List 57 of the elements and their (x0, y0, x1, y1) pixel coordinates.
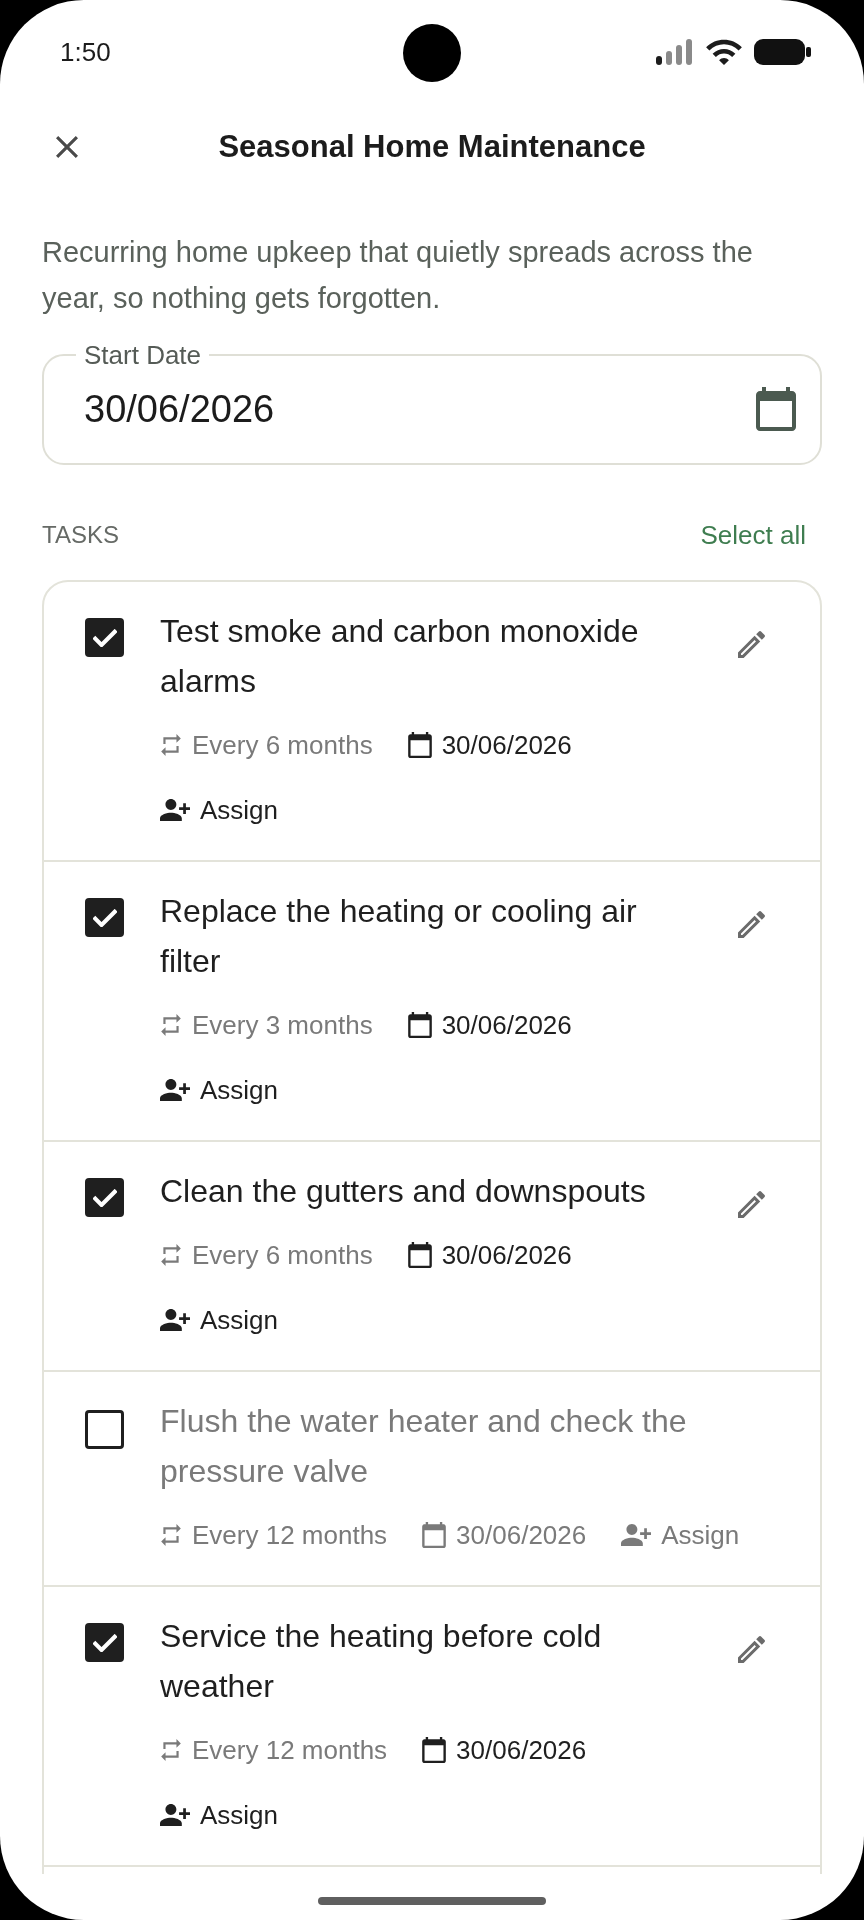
due-date-button[interactable]: 30/06/2026 (422, 1515, 587, 1555)
checkbox[interactable] (85, 1623, 124, 1662)
section-heading: TASKS (42, 520, 119, 550)
calendar-icon[interactable] (407, 732, 432, 758)
due-date-button[interactable]: 30/06/2026 (422, 1730, 587, 1770)
camera-cutout (403, 24, 461, 82)
person-add-icon[interactable] (160, 1309, 190, 1331)
checkbox[interactable] (85, 618, 124, 657)
due-date-button[interactable]: 30/06/2026 (407, 1005, 572, 1045)
checkmark-icon[interactable] (92, 1633, 117, 1652)
checkbox[interactable] (85, 1410, 124, 1449)
person-add-icon[interactable] (160, 1079, 190, 1101)
pencil-icon[interactable] (737, 1635, 765, 1663)
screen-title: Seasonal Home Maintenance (218, 127, 646, 166)
person-add-icon[interactable] (160, 799, 190, 821)
repeat-button[interactable]: Every 3 months (160, 1005, 373, 1045)
pencil-icon[interactable] (737, 910, 765, 938)
assign-button[interactable]: Assign (160, 790, 279, 830)
repeat-icon[interactable] (160, 1738, 182, 1762)
battery-icon (754, 38, 811, 66)
repeat-button[interactable]: Every 12 months (160, 1515, 388, 1555)
assign-button[interactable]: Assign (160, 1070, 279, 1110)
wifi-icon (706, 39, 742, 65)
calendar-icon[interactable] (407, 1012, 432, 1038)
repeat-button[interactable]: Every 6 months (160, 1235, 373, 1275)
due-date-button[interactable]: 30/06/2026 (407, 1235, 572, 1275)
checkmark-icon[interactable] (92, 628, 117, 647)
status-time: 1:50 (60, 35, 111, 69)
description-text: Recurring home upkeep that quietly spreads across the year, so nothing gets forgotten. (42, 235, 754, 316)
select-all-button[interactable]: Select all (684, 515, 822, 555)
assign-button[interactable]: Assign (160, 1795, 279, 1835)
assign-button[interactable]: Assign (621, 1515, 740, 1555)
repeat-button[interactable]: Every 12 months (160, 1730, 388, 1770)
calendar-icon[interactable] (756, 387, 796, 431)
task-title: Replace the heating or cooling air filter (160, 892, 638, 981)
calendar-icon[interactable] (407, 1242, 432, 1268)
checkmark-icon[interactable] (92, 1188, 117, 1207)
task-title: Flush the water heater and check the pressure valve (160, 1402, 688, 1491)
person-add-icon[interactable] (160, 1804, 190, 1826)
calendar-icon[interactable] (422, 1737, 447, 1763)
pencil-icon[interactable] (737, 630, 765, 658)
task-title: Clean the gutters and downspouts (160, 1172, 647, 1211)
checkmark-icon[interactable] (92, 908, 117, 927)
close-icon[interactable] (56, 136, 78, 158)
due-date-button[interactable]: 30/06/2026 (407, 725, 572, 765)
pencil-icon[interactable] (737, 1190, 765, 1218)
repeat-icon[interactable] (160, 1243, 182, 1267)
repeat-icon[interactable] (160, 1523, 182, 1547)
assign-button[interactable]: Assign (160, 1300, 279, 1340)
signal-icon (656, 39, 694, 65)
repeat-button[interactable]: Every 6 months (160, 725, 373, 765)
repeat-icon[interactable] (160, 733, 182, 757)
checkbox[interactable] (85, 898, 124, 937)
task-title: Test smoke and carbon monoxide alarms (160, 612, 640, 701)
checkbox[interactable] (85, 1178, 124, 1217)
task-title: Service the heating before cold weather (160, 1617, 603, 1706)
repeat-icon[interactable] (160, 1013, 182, 1037)
